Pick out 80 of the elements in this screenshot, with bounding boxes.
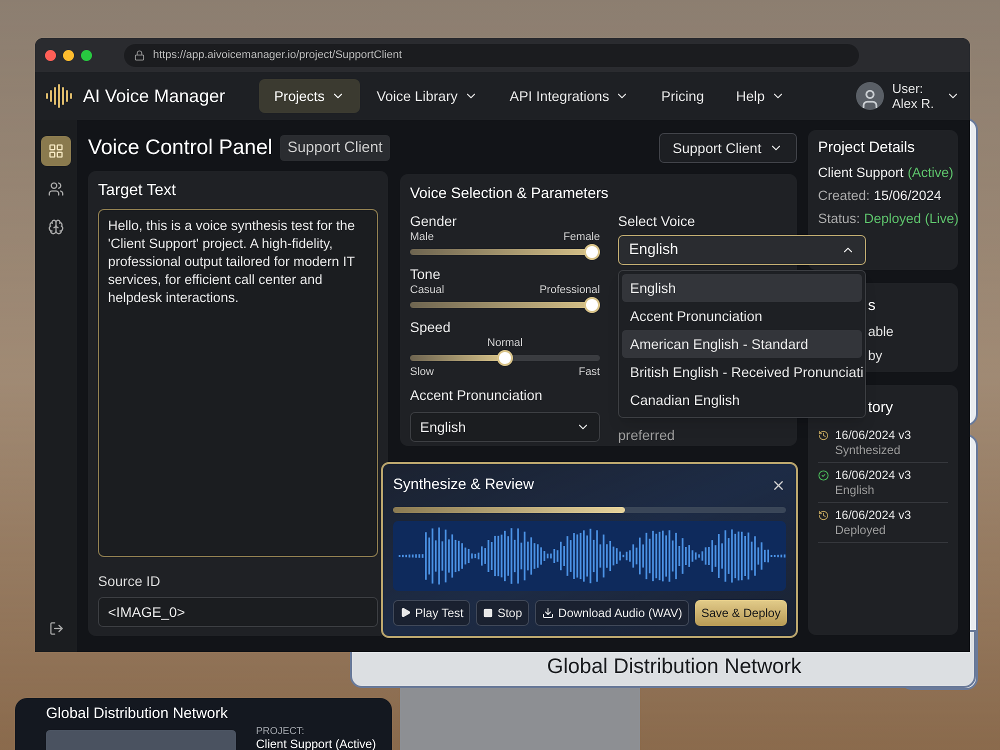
avatar [856, 82, 884, 110]
app-name: AI Voice Manager [83, 84, 226, 108]
field-label: Select Voice [618, 212, 696, 230]
logout-icon[interactable] [48, 621, 64, 636]
sound-wave-logo-icon [45, 83, 73, 109]
nav-menu[interactable]: API Integrations [494, 79, 644, 113]
action-button[interactable]: Download Audio (WAV) [535, 600, 690, 626]
lock-icon [134, 50, 145, 60]
monitor-caption: Global Distribution Network [547, 654, 802, 680]
brain-icon [48, 219, 64, 235]
grid-icon [48, 143, 64, 159]
voice-select[interactable]: English [618, 235, 866, 265]
history-date: 16/06/2024 v3 [835, 468, 912, 482]
slider-min-label: Slow [410, 365, 434, 379]
action-button[interactable]: Save & Deploy [695, 600, 787, 626]
detail-label: Status: [818, 210, 860, 228]
nav-menu[interactable]: Help [721, 79, 800, 113]
detail-value: 15/06/2024 [874, 187, 942, 205]
slider-thumb[interactable] [497, 350, 513, 366]
history-note: Synthesized [835, 442, 902, 458]
history-date: 16/06/2024 v3 [835, 508, 912, 522]
slider-thumb[interactable] [584, 244, 600, 260]
slider-label: Gender [410, 212, 457, 230]
panel-title: Voice Selection & Parameters [410, 185, 608, 202]
page-title: Voice Control Panel [88, 135, 272, 162]
slider-min-label: Casual [410, 283, 444, 297]
nav-menu[interactable]: Voice Library [362, 79, 493, 113]
dropdown-option[interactable]: Canadian English [622, 386, 862, 414]
history-note: Deployed [835, 522, 887, 538]
field-label: Source ID [98, 572, 160, 591]
card-title: tory [867, 398, 894, 418]
download-icon [542, 606, 554, 618]
project-label: PROJECT: [256, 726, 306, 738]
card-title: Project Details [818, 138, 915, 158]
action-button[interactable]: Stop [476, 600, 530, 626]
project-select[interactable]: Support Client [659, 133, 797, 163]
card-title: Global Distribution Network [46, 704, 228, 724]
card-title: s [868, 296, 876, 316]
dialog-title: Synthesize & Review [393, 475, 534, 495]
address-bar[interactable]: https://app.aivoicemanager.io/project/SupportClient [124, 44, 859, 66]
slider-label: Speed [410, 318, 450, 336]
window-minimize-button[interactable] [63, 50, 74, 60]
history-date: 16/06/2024 v3 [835, 428, 912, 442]
nav-menu[interactable]: Pricing [646, 79, 720, 113]
card-text: able [868, 322, 894, 340]
history-note: English [835, 482, 876, 498]
users-icon [48, 181, 64, 197]
nav-menu[interactable]: Projects [259, 79, 360, 113]
user-label: User: [892, 81, 924, 96]
detail-value: (Active) [908, 164, 954, 182]
slider-label: Tone [410, 265, 440, 283]
field-label: Accent Pronunciation [410, 386, 542, 405]
stop-icon [483, 608, 494, 618]
detail-value: Deployed (Live) [864, 210, 959, 228]
card-text: by [868, 346, 882, 365]
action-button[interactable]: Play Test [393, 600, 470, 626]
hint-text: preferred [618, 426, 675, 445]
slider-min-label: Male [410, 230, 434, 244]
window-maximize-button[interactable] [81, 50, 92, 60]
dropdown-option[interactable]: Accent Pronunciation [622, 302, 862, 330]
slider-max-label: Female [563, 230, 600, 244]
slider-thumb[interactable] [584, 297, 600, 313]
play-icon [400, 607, 411, 618]
detail-label: Created: [818, 187, 870, 205]
panel-title: Target Text [98, 181, 176, 201]
slider-max-label: Fast [578, 365, 600, 379]
user-name: Alex R. [892, 96, 934, 111]
dropdown-option[interactable]: British English - Received Pronunciati [622, 358, 862, 386]
slider-mid-label: Normal [487, 336, 523, 350]
accent-select[interactable]: English [410, 412, 600, 442]
url-text: https://app.aivoicemanager.io/project/SupportClient [153, 48, 402, 63]
dropdown-option[interactable]: American English - Standard [622, 330, 862, 358]
source-id-field[interactable]: <IMAGE_0> [98, 597, 378, 627]
project-tag: Support Client [280, 134, 390, 162]
sidebar-button[interactable] [41, 136, 71, 166]
dropdown-option[interactable]: English [622, 274, 862, 302]
window-close-button[interactable] [45, 50, 56, 60]
target-text-area[interactable]: Hello, this is a voice synthesis test for the 'Client Support' project. A high-fidelity, professional output tailored for modern IT services, for efficient call center and helpdesk interactions. [98, 209, 378, 557]
detail-label: Client Support [818, 164, 904, 182]
slider-max-label: Professional [539, 283, 600, 297]
